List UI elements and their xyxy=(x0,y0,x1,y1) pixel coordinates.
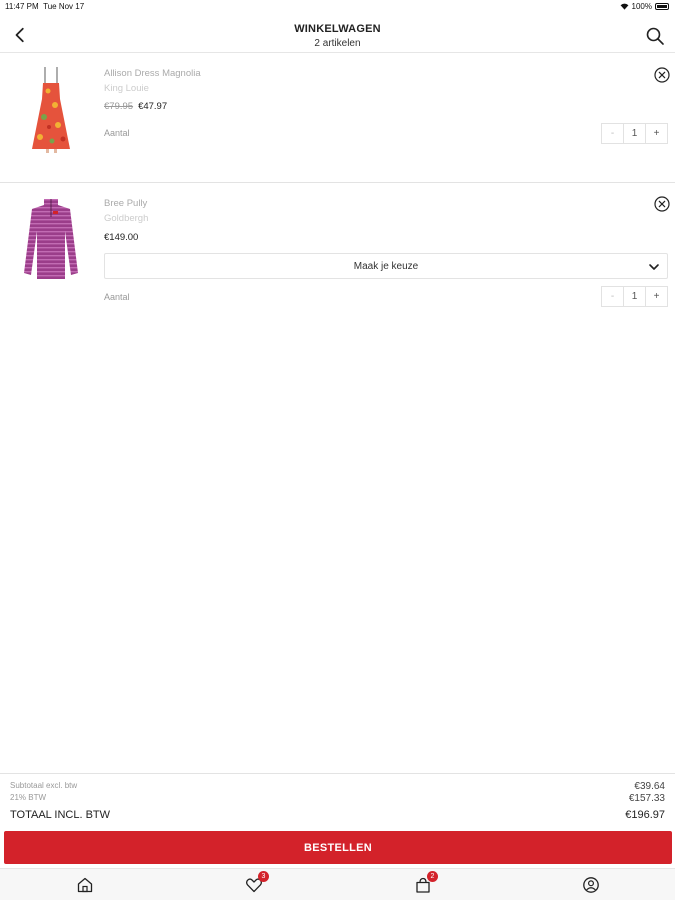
quantity-value[interactable]: 1 xyxy=(624,124,645,143)
product-name[interactable]: Allison Dress Magnolia xyxy=(104,68,201,79)
product-price: €79.95 €47.97 xyxy=(104,101,167,112)
quantity-stepper: - 1 + xyxy=(601,286,668,307)
product-price: €149.00 xyxy=(104,232,139,243)
battery-icon xyxy=(655,3,669,10)
wifi-icon xyxy=(620,3,628,10)
subtotal-label: Subtotaal excl. btw xyxy=(10,781,78,790)
cart-item-allison-dress: Allison Dress Magnolia King Louie €79.95… xyxy=(0,53,675,183)
navigation-header: WINKELWAGEN 2 artikelen xyxy=(0,14,675,53)
remove-item-icon[interactable] xyxy=(654,67,670,83)
status-bar: 11:47 PM Tue Nov 17 100% xyxy=(0,0,675,14)
quantity-stepper: - 1 + xyxy=(601,123,668,144)
chevron-down-icon xyxy=(649,264,659,270)
subtotal-row: Subtotaal excl. btw €39.64 xyxy=(10,781,665,792)
decrease-quantity-button[interactable]: - xyxy=(602,124,624,143)
account-icon[interactable] xyxy=(582,876,600,894)
item-count: 2 artikelen xyxy=(314,38,361,49)
quantity-value[interactable]: 1 xyxy=(624,287,645,306)
total-row: TOTAAL INCL. BTW €196.97 xyxy=(10,809,665,821)
quantity-label: Aantal xyxy=(104,128,130,138)
bottom-tab-bar: 3 2 xyxy=(0,868,675,900)
total-value: €196.97 xyxy=(625,809,665,821)
decrease-quantity-button[interactable]: - xyxy=(602,287,624,306)
wishlist-badge: 3 xyxy=(258,871,269,882)
tab-cart[interactable]: 2 xyxy=(414,871,438,894)
product-brand: Goldbergh xyxy=(104,213,149,224)
battery-percentage: 100% xyxy=(631,2,652,11)
product-brand: King Louie xyxy=(104,83,149,94)
increase-quantity-button[interactable]: + xyxy=(645,287,667,306)
search-icon[interactable] xyxy=(645,26,665,46)
increase-quantity-button[interactable]: + xyxy=(645,124,667,143)
sweater-product-image[interactable] xyxy=(18,195,84,285)
order-totals: Subtotaal excl. btw €39.64 21% BTW €157.… xyxy=(0,773,675,829)
status-right: 100% xyxy=(620,2,669,11)
page-title: WINKELWAGEN xyxy=(294,23,381,35)
vat-label: 21% BTW xyxy=(10,793,47,802)
cart-badge: 2 xyxy=(427,871,438,882)
vat-value: €157.33 xyxy=(628,793,665,804)
sale-price: €47.97 xyxy=(138,101,168,112)
size-select-label: Maak je keuze xyxy=(353,260,419,272)
remove-item-icon[interactable] xyxy=(654,196,670,212)
product-name[interactable]: Bree Pully xyxy=(104,198,147,209)
original-price: €79.95 xyxy=(104,101,134,112)
status-time: 11:47 PM Tue Nov 17 xyxy=(5,2,85,11)
quantity-label: Aantal xyxy=(104,292,130,302)
cart-item-bree-pully: Bree Pully Goldbergh €149.00 Maak je keu… xyxy=(0,183,675,323)
subtotal-value: €39.64 xyxy=(634,781,665,792)
vat-row: 21% BTW €157.33 xyxy=(10,793,665,804)
size-select[interactable]: Maak je keuze xyxy=(104,253,668,279)
home-icon[interactable] xyxy=(76,876,94,894)
order-button[interactable]: BESTELLEN xyxy=(4,831,672,864)
dress-product-image[interactable] xyxy=(18,65,84,155)
tab-wishlist[interactable]: 3 xyxy=(245,871,269,894)
total-label: TOTAAL INCL. BTW xyxy=(10,809,111,821)
